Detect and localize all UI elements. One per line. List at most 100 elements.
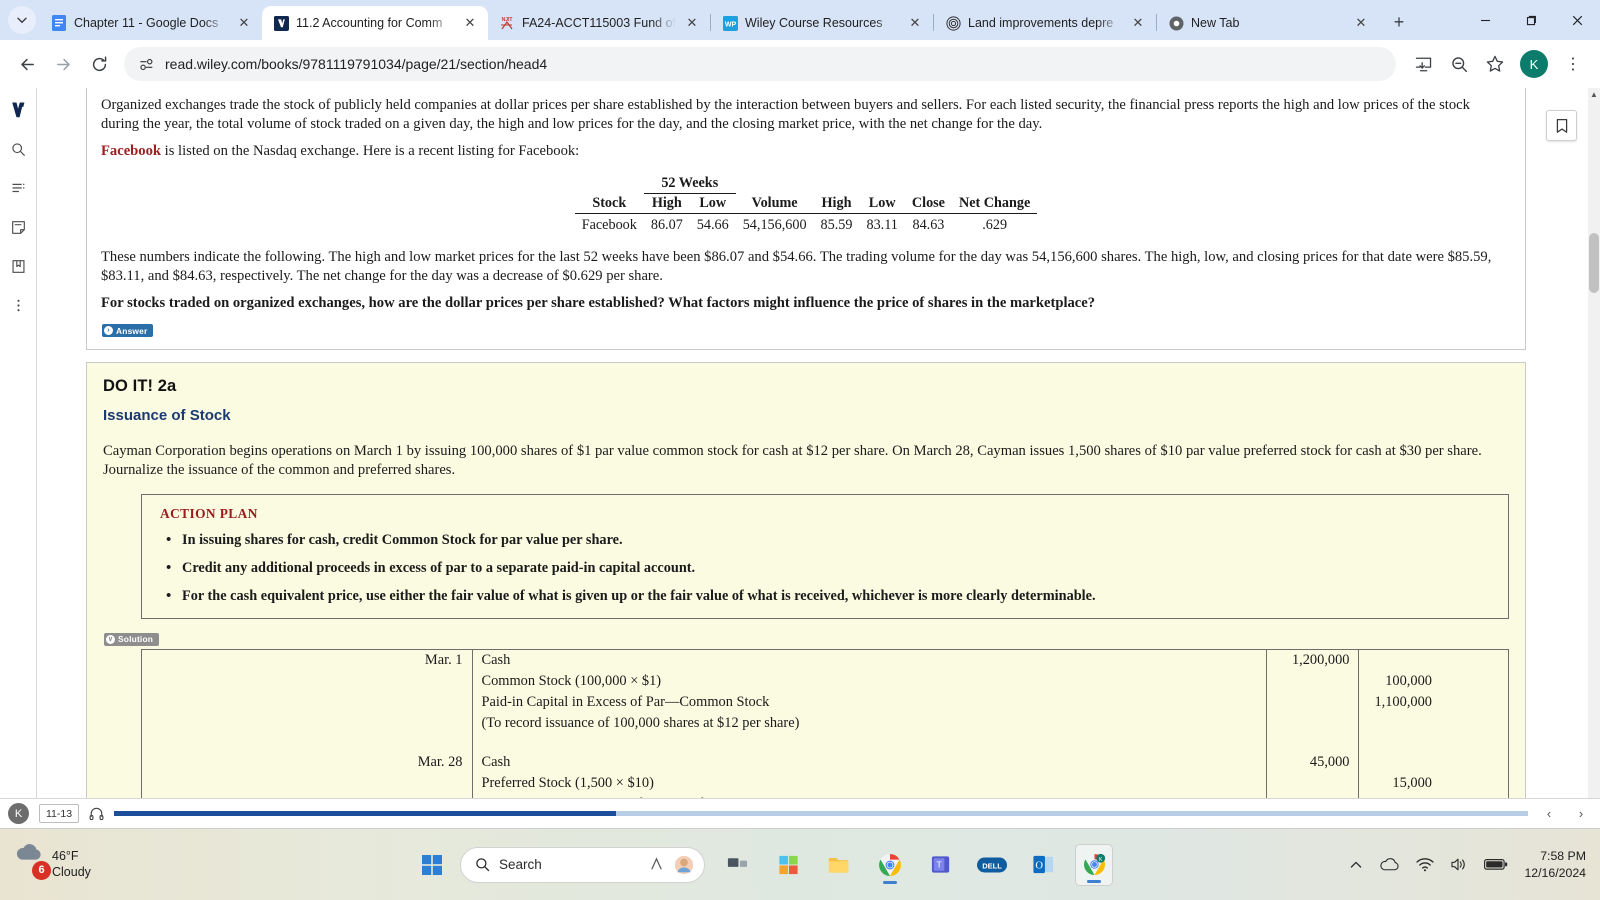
reader-content: Organized exchanges trade the stock of p… bbox=[37, 88, 1600, 828]
zoom-out-button[interactable] bbox=[1442, 47, 1476, 81]
browser-menu-button[interactable]: ⋮ bbox=[1556, 47, 1590, 81]
tab-new-tab[interactable]: New Tab ✕ bbox=[1157, 6, 1379, 40]
tab-search-dropdown-button[interactable] bbox=[8, 6, 36, 34]
scroll-up-arrow[interactable]: ▲ bbox=[1588, 88, 1600, 100]
bookmark-icon[interactable] bbox=[4, 252, 32, 280]
close-icon[interactable]: ✕ bbox=[461, 14, 479, 32]
do-it-subheading: Issuance of Stock bbox=[103, 407, 231, 425]
tab-fa24-acct115003[interactable]: NJIT FA24-ACCT115003 Fund of ✕ bbox=[488, 6, 710, 40]
minimize-button[interactable] bbox=[1462, 0, 1508, 40]
chevron-up-icon bbox=[1351, 861, 1362, 868]
browser-toolbar: read.wiley.com/books/9781119791034/page/… bbox=[0, 40, 1600, 88]
app-chrome[interactable] bbox=[871, 844, 909, 886]
journal-debit: 1,200,000 bbox=[1265, 649, 1358, 671]
close-icon[interactable]: ✕ bbox=[1352, 14, 1370, 32]
answer-button[interactable]: › Answer bbox=[102, 324, 154, 338]
more-options-icon[interactable] bbox=[4, 291, 32, 319]
solution-row: ∨ Solution bbox=[104, 628, 1509, 646]
forward-button[interactable] bbox=[46, 47, 80, 81]
stock-cell: 83.11 bbox=[866, 217, 898, 234]
close-icon[interactable]: ✕ bbox=[235, 14, 253, 32]
app-teams[interactable]: T bbox=[922, 844, 960, 886]
volume-icon[interactable] bbox=[1450, 857, 1468, 872]
close-icon[interactable]: ✕ bbox=[906, 14, 924, 32]
window-close-button[interactable] bbox=[1554, 0, 1600, 40]
avatar-icon[interactable] bbox=[674, 855, 694, 875]
reading-progress-bar[interactable] bbox=[114, 811, 1528, 816]
float-bookmark-button[interactable] bbox=[1546, 110, 1577, 141]
tab-land-improvements[interactable]: Land improvements depre ✕ bbox=[934, 6, 1156, 40]
notes-icon[interactable] bbox=[4, 213, 32, 241]
reader-avatar[interactable]: K bbox=[8, 803, 29, 824]
wiley-logo-icon[interactable] bbox=[4, 96, 32, 124]
stock-cell: 84.63 bbox=[912, 217, 945, 234]
arrow-left-icon bbox=[20, 58, 34, 70]
profile-avatar[interactable]: K bbox=[1520, 50, 1548, 78]
weather-widget[interactable]: 6 46°F Cloudy bbox=[0, 842, 250, 888]
app-microsoft-store[interactable] bbox=[769, 844, 807, 886]
tray-overflow-button[interactable] bbox=[1349, 858, 1363, 872]
app-chrome-active[interactable]: K bbox=[1075, 843, 1113, 886]
tab-wiley-course-resources[interactable]: WP Wiley Course Resources ✕ bbox=[711, 6, 933, 40]
taskview-button[interactable] bbox=[718, 844, 756, 886]
stock-cell: .629 bbox=[982, 217, 1008, 234]
stock-col-header: Low bbox=[689, 193, 736, 215]
action-plan-title: ACTION PLAN bbox=[160, 505, 258, 521]
app-file-explorer[interactable] bbox=[820, 844, 858, 886]
stock-group-header: 52 Weeks bbox=[643, 174, 736, 195]
svg-text:WP: WP bbox=[724, 21, 736, 28]
svg-text:K: K bbox=[1099, 857, 1103, 863]
next-page-button[interactable]: › bbox=[1570, 806, 1592, 821]
tab-11-2-accounting-for-common[interactable]: 11.2 Accounting for Comm ✕ bbox=[262, 6, 488, 40]
journal-date bbox=[142, 671, 472, 692]
reload-button[interactable] bbox=[82, 47, 116, 81]
search-icon[interactable] bbox=[4, 135, 32, 163]
page-scrollbar-track[interactable]: ▲ ▼ bbox=[1588, 88, 1600, 828]
system-tray: 7:58 PM 12/16/2024 bbox=[1280, 848, 1600, 881]
bookmark-star-button[interactable] bbox=[1478, 47, 1512, 81]
address-bar-url: read.wiley.com/books/9781119791034/page/… bbox=[165, 56, 548, 72]
new-tab-button[interactable]: + bbox=[1385, 8, 1413, 36]
wifi-icon[interactable] bbox=[1416, 857, 1435, 872]
teams-icon: T bbox=[931, 856, 949, 873]
arrow-right-icon bbox=[56, 58, 70, 70]
solution-button[interactable]: ∨ Solution bbox=[104, 632, 160, 646]
close-icon[interactable]: ✕ bbox=[1129, 14, 1147, 32]
site-settings-icon[interactable] bbox=[138, 56, 155, 73]
journal-credit: 15,000 bbox=[1357, 772, 1508, 794]
app-outlook[interactable]: O bbox=[1024, 844, 1062, 886]
page-number-field[interactable]: 11-13 bbox=[39, 804, 80, 823]
search-input[interactable]: Search bbox=[460, 846, 705, 883]
install-app-button[interactable] bbox=[1406, 47, 1440, 81]
read-aloud-button[interactable] bbox=[89, 806, 104, 821]
address-bar[interactable]: read.wiley.com/books/9781119791034/page/… bbox=[124, 47, 1396, 81]
stock-table-body: Facebook 86.07 54.66 54,156,600 85.59 83… bbox=[575, 214, 1038, 236]
tab-title: New Tab bbox=[1191, 16, 1240, 30]
battery-icon[interactable] bbox=[1484, 858, 1508, 871]
weather-temperature: 46°F bbox=[52, 848, 79, 863]
answer-button-label: Answer bbox=[116, 325, 148, 336]
app-dell[interactable]: DELL bbox=[973, 844, 1011, 886]
start-button[interactable] bbox=[417, 850, 447, 880]
table-spacer-row bbox=[142, 733, 1508, 752]
previous-page-button[interactable]: ‹ bbox=[1538, 806, 1560, 821]
onedrive-icon[interactable] bbox=[1379, 857, 1400, 872]
stock-table-group-row: 52 Weeks bbox=[575, 174, 1038, 195]
question-paragraph: For stocks traded on organized exchanges… bbox=[101, 295, 1096, 312]
stock-cell: 54.66 bbox=[696, 217, 729, 234]
journal-date bbox=[142, 692, 472, 713]
tab-chapter-11-google-docs[interactable]: Chapter 11 - Google Docs ✕ bbox=[40, 6, 262, 40]
journal-date: Mar. 28 bbox=[417, 753, 463, 770]
maximize-button[interactable] bbox=[1508, 0, 1554, 40]
taskbar-center: Search T DELL O K bbox=[250, 843, 1280, 886]
copilot-icon[interactable] bbox=[648, 856, 665, 873]
back-button[interactable] bbox=[10, 47, 44, 81]
page-scrollbar-thumb[interactable] bbox=[1589, 233, 1599, 293]
clock-widget[interactable]: 7:58 PM 12/16/2024 bbox=[1524, 848, 1586, 881]
table-of-contents-icon[interactable] bbox=[4, 174, 32, 202]
close-icon[interactable]: ✕ bbox=[683, 14, 701, 32]
table-row: Paid-in Capital in Excess of Par—Common … bbox=[142, 691, 1508, 713]
stock-listing-table: 52 Weeks Stock High Low Volume High Low … bbox=[574, 174, 1038, 236]
tab-title: Land improvements depre bbox=[968, 16, 1114, 30]
do-it-problem: Cayman Corporation begins operations on … bbox=[103, 443, 1482, 478]
